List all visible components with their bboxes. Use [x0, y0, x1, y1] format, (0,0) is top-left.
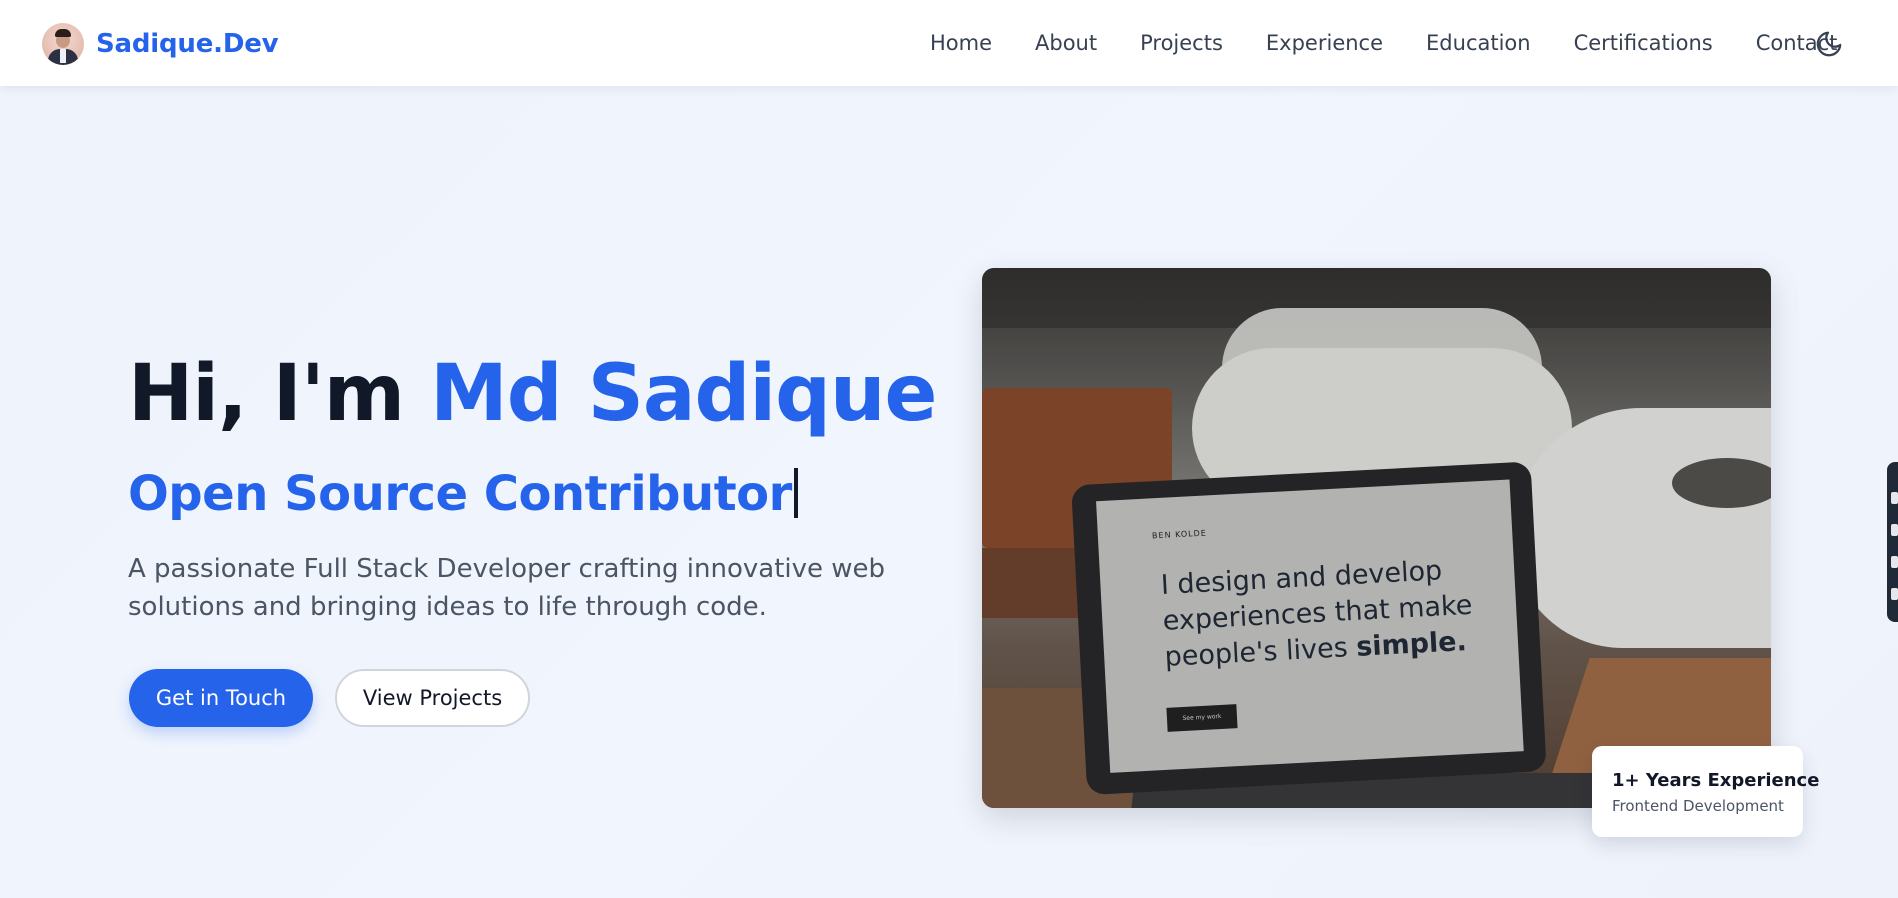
theme-toggle-button[interactable]: [1812, 27, 1846, 61]
typing-cursor: [793, 468, 798, 518]
side-toolbar[interactable]: [1887, 462, 1898, 622]
view-projects-button[interactable]: View Projects: [335, 669, 530, 727]
side-toolbar-item[interactable]: [1891, 524, 1898, 536]
avatar: [42, 23, 84, 65]
side-toolbar-item[interactable]: [1891, 556, 1898, 568]
hero-description: A passionate Full Stack Developer crafti…: [128, 554, 886, 622]
hero-image: BEN KOLDE I design and develop experienc…: [982, 268, 1771, 808]
brand-name[interactable]: Sadique.Dev: [96, 29, 279, 59]
nav-link-home[interactable]: Home: [930, 31, 992, 55]
hero-greeting: Hi, I'm: [128, 349, 431, 439]
hero-role: Open Source Contributor: [128, 464, 798, 524]
experience-subtitle: Frontend Development: [1612, 797, 1784, 815]
navbar: Sadique.Dev Home About Projects Experien…: [0, 0, 1898, 86]
hero-role-text: Open Source Contributor: [128, 466, 792, 522]
nav-links: Home About Projects Experience Education…: [930, 0, 1837, 86]
moon-icon: [1816, 31, 1842, 57]
experience-title: 1+ Years Experience: [1612, 770, 1820, 791]
side-toolbar-item[interactable]: [1891, 588, 1898, 600]
nav-link-experience[interactable]: Experience: [1266, 31, 1383, 55]
nav-link-projects[interactable]: Projects: [1140, 31, 1223, 55]
nav-link-education[interactable]: Education: [1426, 31, 1531, 55]
side-toolbar-item[interactable]: [1891, 492, 1898, 504]
hero-title: Hi, I'm Md Sadique: [128, 348, 937, 440]
nav-link-about[interactable]: About: [1035, 31, 1097, 55]
experience-badge: 1+ Years Experience Frontend Development: [1592, 746, 1820, 837]
nav-link-certifications[interactable]: Certifications: [1574, 31, 1713, 55]
hero-name: Md Sadique: [430, 349, 937, 439]
get-in-touch-button[interactable]: Get in Touch: [129, 669, 313, 727]
brand[interactable]: Sadique.Dev: [42, 22, 279, 66]
